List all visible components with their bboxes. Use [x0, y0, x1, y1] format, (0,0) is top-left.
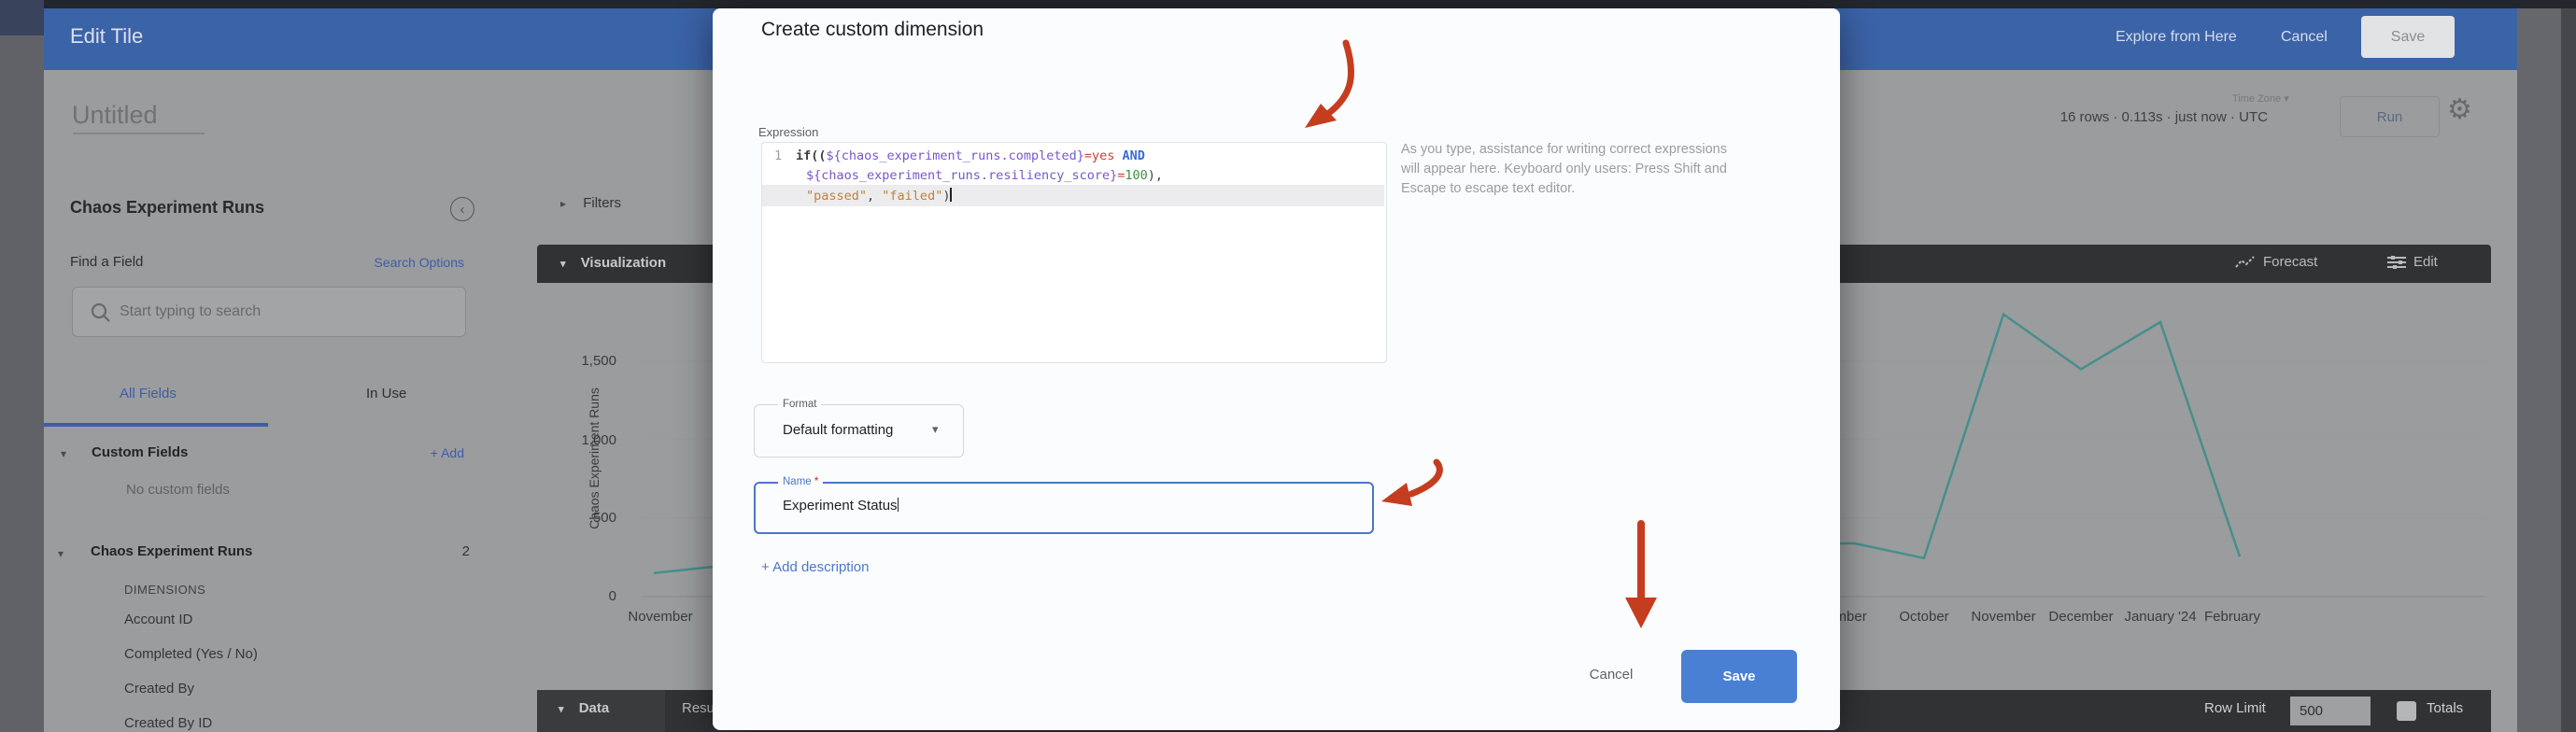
forecast-button[interactable]: Forecast	[2235, 254, 2317, 270]
expression-code-line-2[interactable]: ${chaos_experiment_runs.resiliency_score…	[806, 168, 1163, 183]
editor-line-number: 1	[774, 148, 782, 163]
run-button[interactable]: Run	[2340, 96, 2440, 137]
x-tick-label: January '24	[2124, 609, 2196, 625]
search-options-link[interactable]: Search Options	[318, 255, 464, 270]
collapse-panel-icon[interactable]: ‹	[450, 197, 474, 221]
x-tick-label: November	[628, 609, 692, 625]
screen: Edit Tile Explore from Here Cancel Save …	[0, 0, 2576, 732]
modal-title: Create custom dimension	[761, 19, 984, 41]
required-asterisk: *	[814, 476, 818, 487]
custom-fields-section-label: Custom Fields	[92, 444, 188, 460]
query-stats: 16 rows · 0.113s · just now ·	[2060, 109, 2235, 125]
format-chevron-down-icon: ▾	[932, 422, 939, 437]
x-tick-label: November	[1971, 609, 2035, 625]
edit-viz-label: Edit	[2413, 254, 2438, 270]
row-limit-input[interactable]: 500	[2290, 697, 2371, 725]
modal-save-button[interactable]: Save	[1681, 650, 1797, 703]
data-section-header[interactable]: ▾ Data	[559, 700, 609, 716]
data-label: Data	[579, 700, 610, 716]
x-tick-label: October	[1899, 609, 1948, 625]
search-placeholder: Start typing to search	[120, 303, 261, 320]
y-tick-label: 0	[551, 588, 616, 604]
search-icon	[90, 302, 112, 324]
expression-help-text: As you type, assistance for writing corr…	[1401, 140, 1730, 199]
timezone-label-text: Time Zone	[2232, 93, 2281, 105]
tab-in-use[interactable]: In Use	[366, 386, 406, 401]
x-tick-label: December	[2048, 609, 2113, 625]
row-limit-label: Row Limit	[2204, 700, 2266, 716]
chevron-down-icon: ▾	[2284, 93, 2289, 105]
expression-label: Expression	[758, 125, 818, 139]
field-group-count-badge: 2	[439, 543, 470, 559]
add-description-link[interactable]: + Add description	[761, 559, 870, 575]
group-caret-icon[interactable]: ▾	[58, 547, 64, 560]
name-label-text: Name	[783, 476, 812, 487]
tile-title-input[interactable]: Untitled	[72, 101, 158, 130]
forecast-label: Forecast	[2263, 254, 2317, 270]
timezone-value[interactable]: UTC	[2239, 109, 2268, 125]
totals-checkbox[interactable]	[2397, 701, 2416, 721]
field-picker-title: Chaos Experiment Runs	[70, 198, 264, 218]
edit-viz-button[interactable]: Edit	[2387, 254, 2438, 270]
tab-all-fields[interactable]: All Fields	[120, 386, 177, 401]
text-cursor	[898, 498, 899, 512]
tile-title-underline	[73, 133, 205, 134]
field-item-created-by[interactable]: Created By	[124, 681, 194, 697]
query-status-text: 16 rows · 0.113s · just now · UTC	[1905, 109, 2268, 125]
y-tick-label: 1,500	[551, 353, 616, 369]
create-custom-dimension-modal	[713, 8, 1840, 730]
window-save-button[interactable]: Save	[2361, 16, 2455, 58]
y-tick-label: 1,000	[551, 432, 616, 448]
dimmed-background-right-edge	[2561, 8, 2576, 732]
no-custom-fields-text: No custom fields	[126, 482, 230, 498]
explore-from-here-button[interactable]: Explore from Here	[2116, 29, 2237, 46]
totals-label: Totals	[2427, 700, 2463, 716]
visualization-label: Visualization	[581, 255, 666, 271]
background-page-corner	[0, 0, 44, 35]
format-label: Format	[778, 399, 821, 410]
visualization-caret-icon: ▾	[560, 259, 566, 270]
editor-cursor	[950, 188, 952, 202]
dimmed-background-left	[0, 8, 44, 732]
timezone-dropdown-label[interactable]: Time Zone ▾	[2232, 92, 2321, 105]
gear-icon[interactable]: ⚙	[2447, 93, 2472, 126]
active-tab-underline	[44, 423, 268, 427]
visualization-header[interactable]: ▾ Visualization	[560, 255, 666, 271]
y-tick-label: 500	[551, 510, 616, 526]
data-caret-icon: ▾	[559, 704, 564, 715]
format-selected-value: Default formatting	[783, 422, 893, 438]
expression-code-line-1[interactable]: if((${chaos_experiment_runs.completed}=y…	[796, 148, 1145, 163]
field-item-completed[interactable]: Completed (Yes / No)	[124, 646, 258, 662]
x-tick-label: February	[2204, 609, 2260, 625]
sliders-icon	[2387, 255, 2406, 270]
forecast-icon	[2235, 255, 2256, 270]
custom-fields-caret-icon[interactable]: ▾	[61, 447, 66, 460]
field-search-input[interactable]: Start typing to search	[72, 287, 466, 337]
window-cancel-button[interactable]: Cancel	[2281, 29, 2328, 46]
field-item-created-by-id[interactable]: Created By ID	[124, 715, 212, 731]
name-input-value: Experiment Status	[783, 498, 899, 514]
find-a-field-label: Find a Field	[70, 254, 143, 270]
filters-caret-icon: ▸	[560, 197, 566, 210]
filters-section-header[interactable]: ▸ Filters	[560, 195, 621, 211]
dimmed-background-right	[2517, 8, 2561, 732]
name-label: Name *	[778, 476, 823, 487]
browser-chrome-strip	[0, 0, 2576, 8]
add-custom-field-button[interactable]: + Add	[411, 445, 464, 460]
filters-label: Filters	[583, 195, 621, 211]
expression-code-line-3[interactable]: "passed", "failed")	[806, 188, 952, 204]
window-title: Edit Tile	[70, 24, 143, 49]
modal-cancel-button[interactable]: Cancel	[1569, 655, 1653, 693]
dimensions-section-label: DIMENSIONS	[124, 583, 205, 597]
field-item-account-id[interactable]: Account ID	[124, 612, 192, 627]
y-axis-title: Chaos Experiment Runs	[587, 387, 602, 529]
field-group-label: Chaos Experiment Runs	[91, 543, 252, 559]
name-value-text: Experiment Status	[783, 498, 898, 514]
